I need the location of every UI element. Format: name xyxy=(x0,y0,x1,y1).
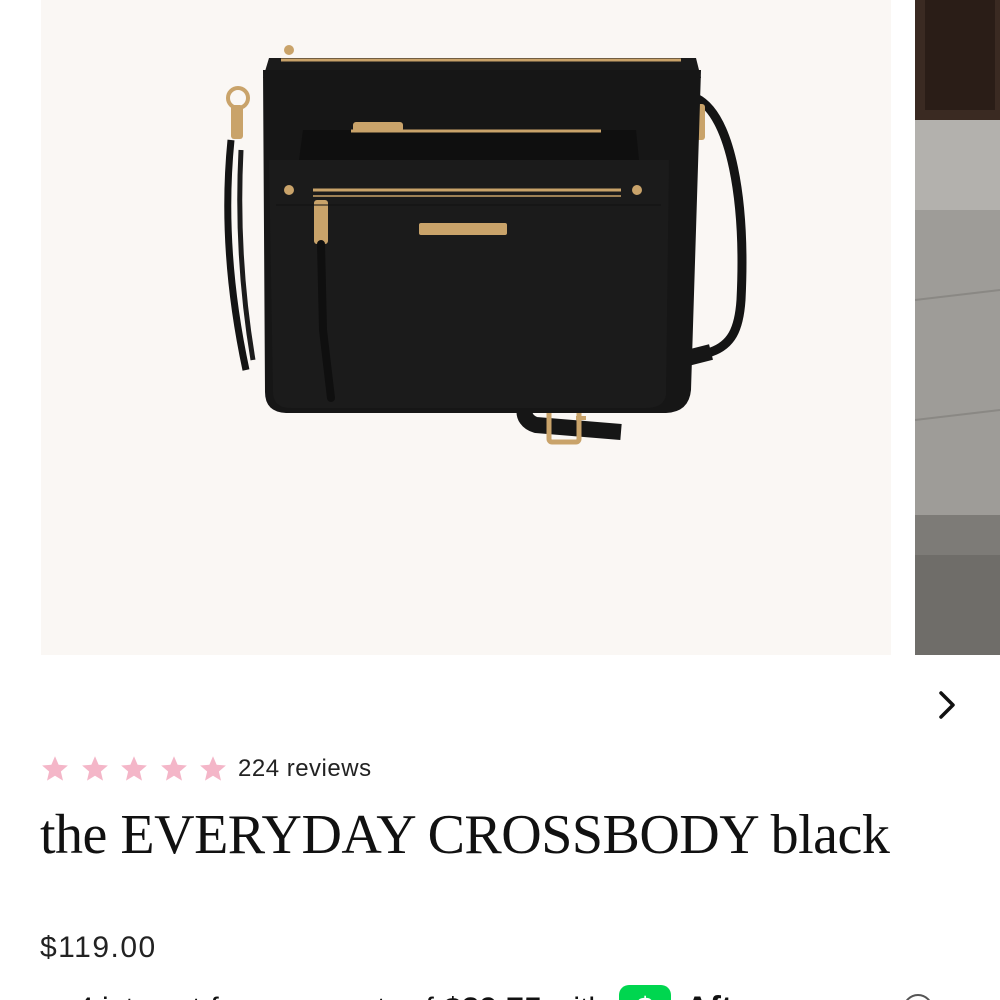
star-icon xyxy=(160,756,187,781)
product-page: 224 reviews the EVERYDAY CROSSBODY black… xyxy=(0,0,1000,1000)
star-icon xyxy=(121,756,147,781)
installment-info: or 4 interest-free payments of $29.75 wi… xyxy=(42,984,934,1000)
crossbody-bag-illustration xyxy=(224,45,747,445)
installment-provider: Afterpay xyxy=(685,990,823,1000)
info-icon[interactable] xyxy=(903,994,934,1000)
cash-app-icon: $ xyxy=(619,985,672,1000)
product-price: $119.00 xyxy=(40,931,157,964)
next-image-button[interactable] xyxy=(925,683,969,727)
star-icon xyxy=(81,756,108,781)
review-count[interactable]: 224 reviews xyxy=(238,755,372,783)
installment-amount: $29.75 xyxy=(444,991,542,1000)
star-icon xyxy=(200,756,226,781)
star-rating xyxy=(40,754,238,784)
installment-prefix: or 4 interest-free payments of xyxy=(42,992,434,1000)
product-title: the EVERYDAY CROSSBODY black xyxy=(40,804,890,866)
product-rating[interactable]: 224 reviews xyxy=(40,750,372,788)
product-image[interactable] xyxy=(41,0,891,655)
chevron-right-icon xyxy=(939,691,955,719)
installment-with: with xyxy=(552,992,605,1000)
next-product-image-peek[interactable] xyxy=(915,0,1000,655)
star-icon xyxy=(42,756,68,781)
street-photo xyxy=(915,0,1000,655)
